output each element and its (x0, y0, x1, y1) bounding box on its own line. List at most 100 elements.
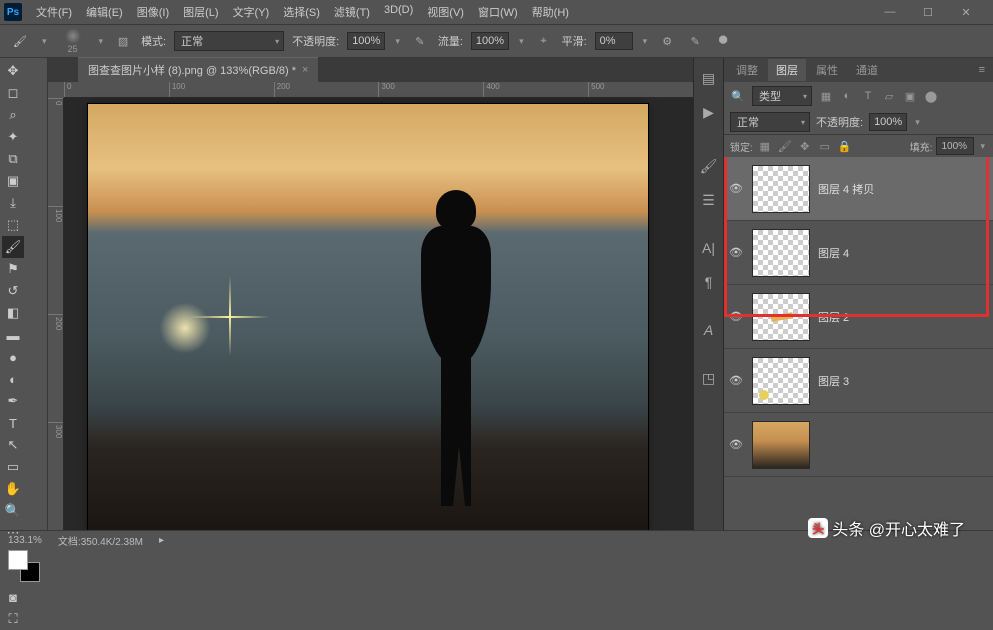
pressure-size-icon[interactable]: ✎ (685, 31, 705, 51)
layer-name[interactable]: 图层 4 拷贝 (818, 181, 874, 197)
layer-thumbnail[interactable] (752, 229, 810, 277)
smooth-value[interactable]: 0% (595, 32, 633, 50)
layer-thumbnail[interactable] (752, 421, 810, 469)
history-brush-tool[interactable]: ↺ (2, 280, 24, 302)
menu-edit[interactable]: 编辑(E) (80, 2, 129, 22)
marquee-tool[interactable]: ◻ (2, 82, 24, 104)
blend-mode-dropdown[interactable]: 正常 (174, 31, 284, 51)
brush-tool[interactable]: 🖌 (2, 236, 24, 258)
history-panel-icon[interactable]: ▤ (699, 68, 719, 88)
eraser-tool[interactable]: ◧ (2, 302, 24, 324)
quickmask-tool[interactable]: ◙ (2, 586, 24, 608)
menu-help[interactable]: 帮助(H) (526, 2, 575, 22)
tool-preset-chevron-icon[interactable]: ▾ (40, 36, 49, 47)
paragraph-panel-icon[interactable]: ¶ (699, 272, 719, 292)
doc-size[interactable]: 文档:350.4K/2.38M (58, 533, 143, 548)
pen-tool[interactable]: ✒ (2, 390, 24, 412)
layer-thumbnail[interactable] (752, 293, 810, 341)
stamp-tool[interactable]: ⚑ (2, 258, 24, 280)
opacity-value[interactable]: 100% (347, 32, 385, 50)
filter-shape-icon[interactable]: ▱ (881, 88, 897, 104)
fill-value[interactable]: 100% (936, 137, 974, 155)
menu-layer[interactable]: 图层(L) (177, 2, 224, 22)
zoom-level[interactable]: 133.1% (8, 535, 42, 546)
crop-tool[interactable]: ⧉ (2, 148, 24, 170)
fill-chevron-icon[interactable]: ▾ (978, 141, 987, 152)
ruler-vertical[interactable]: 0 100 200 300 (48, 98, 64, 530)
menu-file[interactable]: 文件(F) (30, 2, 78, 22)
tab-channels[interactable]: 通道 (848, 59, 886, 81)
filter-type-icon[interactable]: T (860, 88, 876, 104)
filter-toggle-icon[interactable]: ⬤ (923, 88, 939, 104)
layer-row[interactable]: 👁 图层 4 拷贝 (724, 157, 993, 221)
menu-filter[interactable]: 滤镜(T) (328, 2, 376, 22)
gradient-tool[interactable]: ▬ (2, 324, 24, 346)
lock-pos-icon[interactable]: ✥ (797, 138, 813, 154)
menu-type[interactable]: 文字(Y) (227, 2, 276, 22)
filter-type-dropdown[interactable]: 类型 (752, 86, 812, 106)
character-panel-icon[interactable]: A| (699, 238, 719, 258)
status-chevron-icon[interactable]: ▸ (159, 535, 164, 546)
dodge-tool[interactable]: ◐ (2, 368, 24, 390)
lock-trans-icon[interactable]: ▦ (757, 138, 773, 154)
brushes-panel-icon[interactable]: 🖌 (699, 156, 719, 176)
tab-properties[interactable]: 属性 (808, 59, 846, 81)
canvas[interactable] (88, 104, 648, 530)
layer-thumbnail[interactable] (752, 357, 810, 405)
brush-panel-icon[interactable]: ▨ (113, 31, 133, 51)
layer-row[interactable]: 👁 图层 3 (724, 349, 993, 413)
smooth-gear-icon[interactable]: ⚙ (657, 31, 677, 51)
move-tool[interactable]: ✥ (2, 60, 24, 82)
layer-name[interactable]: 图层 3 (818, 373, 849, 389)
menu-view[interactable]: 视图(V) (421, 2, 470, 22)
screenmode-tool[interactable]: ⛶ (2, 608, 24, 630)
layer-name[interactable]: 图层 2 (818, 309, 849, 325)
document-tab[interactable]: 图查查图片小样 (8).png @ 133%(RGB/8) * × (78, 57, 318, 82)
zoom-tool[interactable]: 🔍 (2, 500, 24, 522)
brush-chevron-icon[interactable]: ▾ (97, 36, 106, 47)
layer-row[interactable]: 👁 图层 4 (724, 221, 993, 285)
quick-select-tool[interactable]: ✦ (2, 126, 24, 148)
layer-row[interactable]: 👁 图层 2 (724, 285, 993, 349)
layer-opacity-chevron-icon[interactable]: ▾ (913, 117, 922, 128)
visibility-icon[interactable]: 👁 (728, 246, 744, 259)
patch-tool[interactable]: ⬚ (2, 214, 24, 236)
airbrush-icon[interactable]: ⌖ (534, 31, 554, 51)
type-tool[interactable]: T (2, 412, 24, 434)
layer-blend-dropdown[interactable]: 正常 (730, 112, 810, 132)
layer-name[interactable]: 图层 4 (818, 245, 849, 261)
brush-preview[interactable]: 25 (57, 27, 89, 55)
minimize-button[interactable]: — (875, 4, 905, 20)
blur-tool[interactable]: ● (2, 346, 24, 368)
path-select-tool[interactable]: ↖ (2, 434, 24, 456)
search-icon[interactable]: 🔍 (730, 88, 746, 104)
shape-tool[interactable]: ▭ (2, 456, 24, 478)
panel-menu-icon[interactable]: ≡ (975, 64, 989, 76)
menu-select[interactable]: 选择(S) (277, 2, 326, 22)
lock-nest-icon[interactable]: ▭ (817, 138, 833, 154)
visibility-icon[interactable]: 👁 (728, 310, 744, 323)
3d-panel-icon[interactable]: ◳ (699, 368, 719, 388)
lock-paint-icon[interactable]: 🖌 (777, 138, 793, 154)
layer-thumbnail[interactable] (752, 165, 810, 213)
filter-adjust-icon[interactable]: ◐ (839, 88, 855, 104)
layer-row[interactable]: 👁 (724, 413, 993, 477)
pressure-opacity-icon[interactable]: ✎ (410, 31, 430, 51)
symmetry-icon[interactable]: ⯃ (713, 31, 733, 51)
maximize-button[interactable]: ☐ (913, 4, 943, 20)
visibility-icon[interactable]: 👁 (728, 182, 744, 195)
color-swatches[interactable] (8, 550, 40, 582)
filter-smart-icon[interactable]: ▣ (902, 88, 918, 104)
flow-chevron-icon[interactable]: ▾ (517, 36, 526, 47)
glyphs-panel-icon[interactable]: A (699, 320, 719, 340)
menu-3d[interactable]: 3D(D) (378, 2, 419, 22)
close-button[interactable]: ✕ (951, 4, 981, 20)
eyedropper-tool[interactable]: ⤓ (2, 192, 24, 214)
filter-pixel-icon[interactable]: ▦ (818, 88, 834, 104)
tab-layers[interactable]: 图层 (768, 59, 806, 81)
brush-tool-icon[interactable]: 🖌 (8, 29, 32, 53)
tab-adjustments[interactable]: 调整 (728, 59, 766, 81)
smooth-chevron-icon[interactable]: ▾ (641, 36, 650, 47)
menu-image[interactable]: 图像(I) (131, 2, 175, 22)
flow-value[interactable]: 100% (471, 32, 509, 50)
